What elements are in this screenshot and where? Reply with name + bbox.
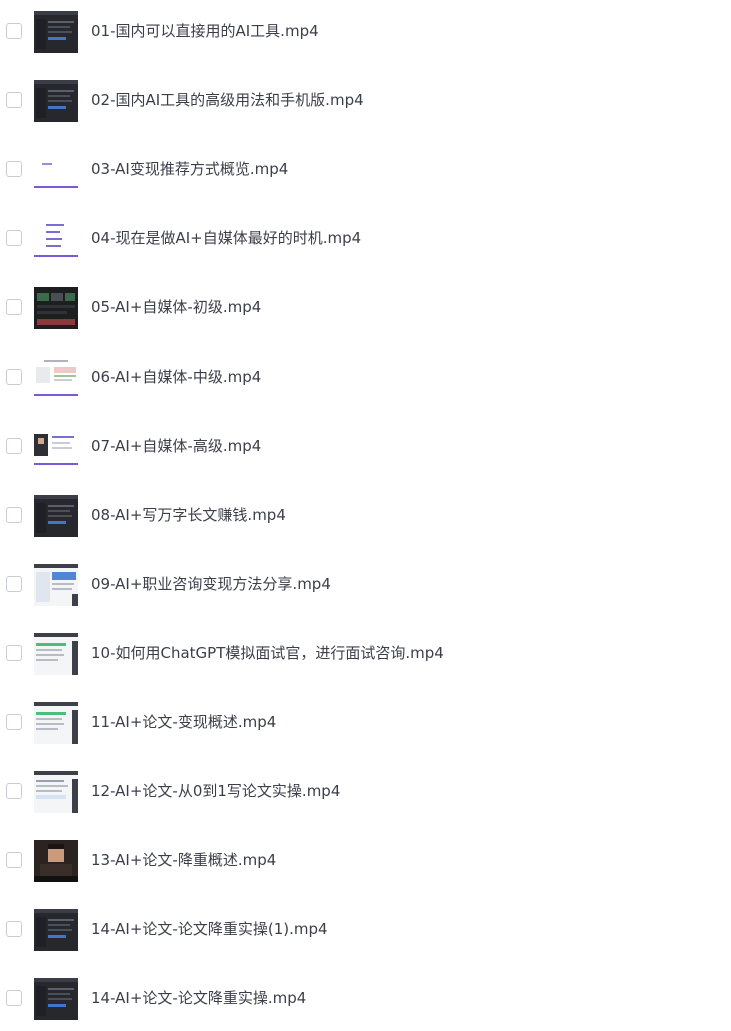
select-checkbox[interactable] <box>6 92 22 109</box>
file-name[interactable]: 07-AI+自媒体-高级.mp4 <box>91 436 261 456</box>
select-checkbox[interactable] <box>6 714 22 730</box>
file-row[interactable]: 10-如何用ChatGPT模拟面试官，进行面试咨询.mp4 <box>0 622 731 686</box>
file-row[interactable]: 06-AI+自媒体-中级.mp4 <box>0 346 731 410</box>
file-name[interactable]: 04-现在是做AI+自媒体最好的时机.mp4 <box>91 228 361 248</box>
file-name[interactable]: 11-AI+论文-变现概述.mp4 <box>91 712 276 732</box>
file-row[interactable]: 11-AI+论文-变现概述.mp4 <box>0 691 731 755</box>
file-row[interactable]: 08-AI+写万字长文赚钱.mp4 <box>0 484 731 548</box>
file-name[interactable]: 03-AI变现推荐方式概览.mp4 <box>91 159 288 179</box>
file-name[interactable]: 10-如何用ChatGPT模拟面试官，进行面试咨询.mp4 <box>91 643 444 663</box>
file-name[interactable]: 14-AI+论文-论文降重实操.mp4 <box>91 988 306 1008</box>
select-checkbox[interactable] <box>6 368 22 385</box>
file-name[interactable]: 14-AI+论文-论文降重实操(1).mp4 <box>91 919 328 939</box>
file-name[interactable]: 02-国内AI工具的高级用法和手机版.mp4 <box>91 90 364 110</box>
video-thumbnail[interactable] <box>34 80 78 123</box>
file-row[interactable]: 03-AI变现推荐方式概览.mp4 <box>0 138 731 202</box>
select-checkbox[interactable] <box>6 644 22 661</box>
file-row[interactable]: 09-AI+职业咨询变现方法分享.mp4 <box>0 553 731 617</box>
file-row[interactable]: 14-AI+论文-论文降重实操(1).mp4 <box>0 898 731 962</box>
file-row[interactable]: 07-AI+自媒体-高级.mp4 <box>0 415 731 479</box>
video-thumbnail[interactable] <box>34 978 78 1021</box>
thumbnail-image <box>34 563 78 606</box>
video-thumbnail[interactable] <box>34 11 78 53</box>
file-name[interactable]: 13-AI+论文-降重概述.mp4 <box>91 850 276 870</box>
thumbnail-image <box>34 702 78 744</box>
select-checkbox[interactable] <box>6 852 22 869</box>
file-row[interactable]: 14-AI+论文-论文降重实操.mp4 <box>0 967 731 1031</box>
file-name[interactable]: 06-AI+自媒体-中级.mp4 <box>91 367 261 387</box>
select-checkbox[interactable] <box>6 921 22 938</box>
select-checkbox[interactable] <box>6 23 22 39</box>
video-thumbnail[interactable] <box>34 425 78 468</box>
video-thumbnail[interactable] <box>34 287 78 330</box>
select-checkbox[interactable] <box>6 990 22 1007</box>
file-row[interactable]: 05-AI+自媒体-初级.mp4 <box>0 276 731 340</box>
file-name[interactable]: 05-AI+自媒体-初级.mp4 <box>91 297 261 317</box>
video-thumbnail[interactable] <box>34 771 78 814</box>
thumbnail-image <box>34 632 78 675</box>
video-thumbnail[interactable] <box>34 218 78 261</box>
thumbnail-image <box>34 840 78 883</box>
thumbnail-image <box>34 149 78 192</box>
select-checkbox[interactable] <box>6 783 22 800</box>
select-checkbox[interactable] <box>6 575 22 592</box>
file-name[interactable]: 08-AI+写万字长文赚钱.mp4 <box>91 505 286 525</box>
file-row[interactable]: 01-国内可以直接用的AI工具.mp4 <box>0 0 731 64</box>
video-thumbnail[interactable] <box>34 494 78 537</box>
thumbnail-image <box>34 771 78 814</box>
video-thumbnail[interactable] <box>34 702 78 744</box>
thumbnail-image <box>34 494 78 537</box>
video-thumbnail[interactable] <box>34 909 78 952</box>
select-checkbox[interactable] <box>6 299 22 316</box>
file-name[interactable]: 12-AI+论文-从0到1写论文实操.mp4 <box>91 781 340 801</box>
video-thumbnail[interactable] <box>34 840 78 883</box>
thumbnail-image <box>34 425 78 468</box>
thumbnail-image <box>34 11 78 53</box>
select-checkbox[interactable] <box>6 437 22 454</box>
file-row[interactable]: 04-现在是做AI+自媒体最好的时机.mp4 <box>0 207 731 271</box>
video-thumbnail[interactable] <box>34 149 78 192</box>
thumbnail-image <box>34 287 78 330</box>
thumbnail-image <box>34 909 78 952</box>
video-thumbnail[interactable] <box>34 356 78 399</box>
thumbnail-image <box>34 218 78 261</box>
video-thumbnail[interactable] <box>34 563 78 606</box>
thumbnail-image <box>34 356 78 399</box>
thumbnail-image <box>34 80 78 123</box>
select-checkbox[interactable] <box>6 506 22 523</box>
file-name[interactable]: 09-AI+职业咨询变现方法分享.mp4 <box>91 574 331 594</box>
video-thumbnail[interactable] <box>34 632 78 675</box>
file-row[interactable]: 02-国内AI工具的高级用法和手机版.mp4 <box>0 69 731 133</box>
file-row[interactable]: 12-AI+论文-从0到1写论文实操.mp4 <box>0 760 731 824</box>
select-checkbox[interactable] <box>6 161 22 178</box>
thumbnail-image <box>34 978 78 1021</box>
file-row[interactable]: 13-AI+论文-降重概述.mp4 <box>0 829 731 893</box>
select-checkbox[interactable] <box>6 230 22 247</box>
file-name[interactable]: 01-国内可以直接用的AI工具.mp4 <box>91 21 319 41</box>
